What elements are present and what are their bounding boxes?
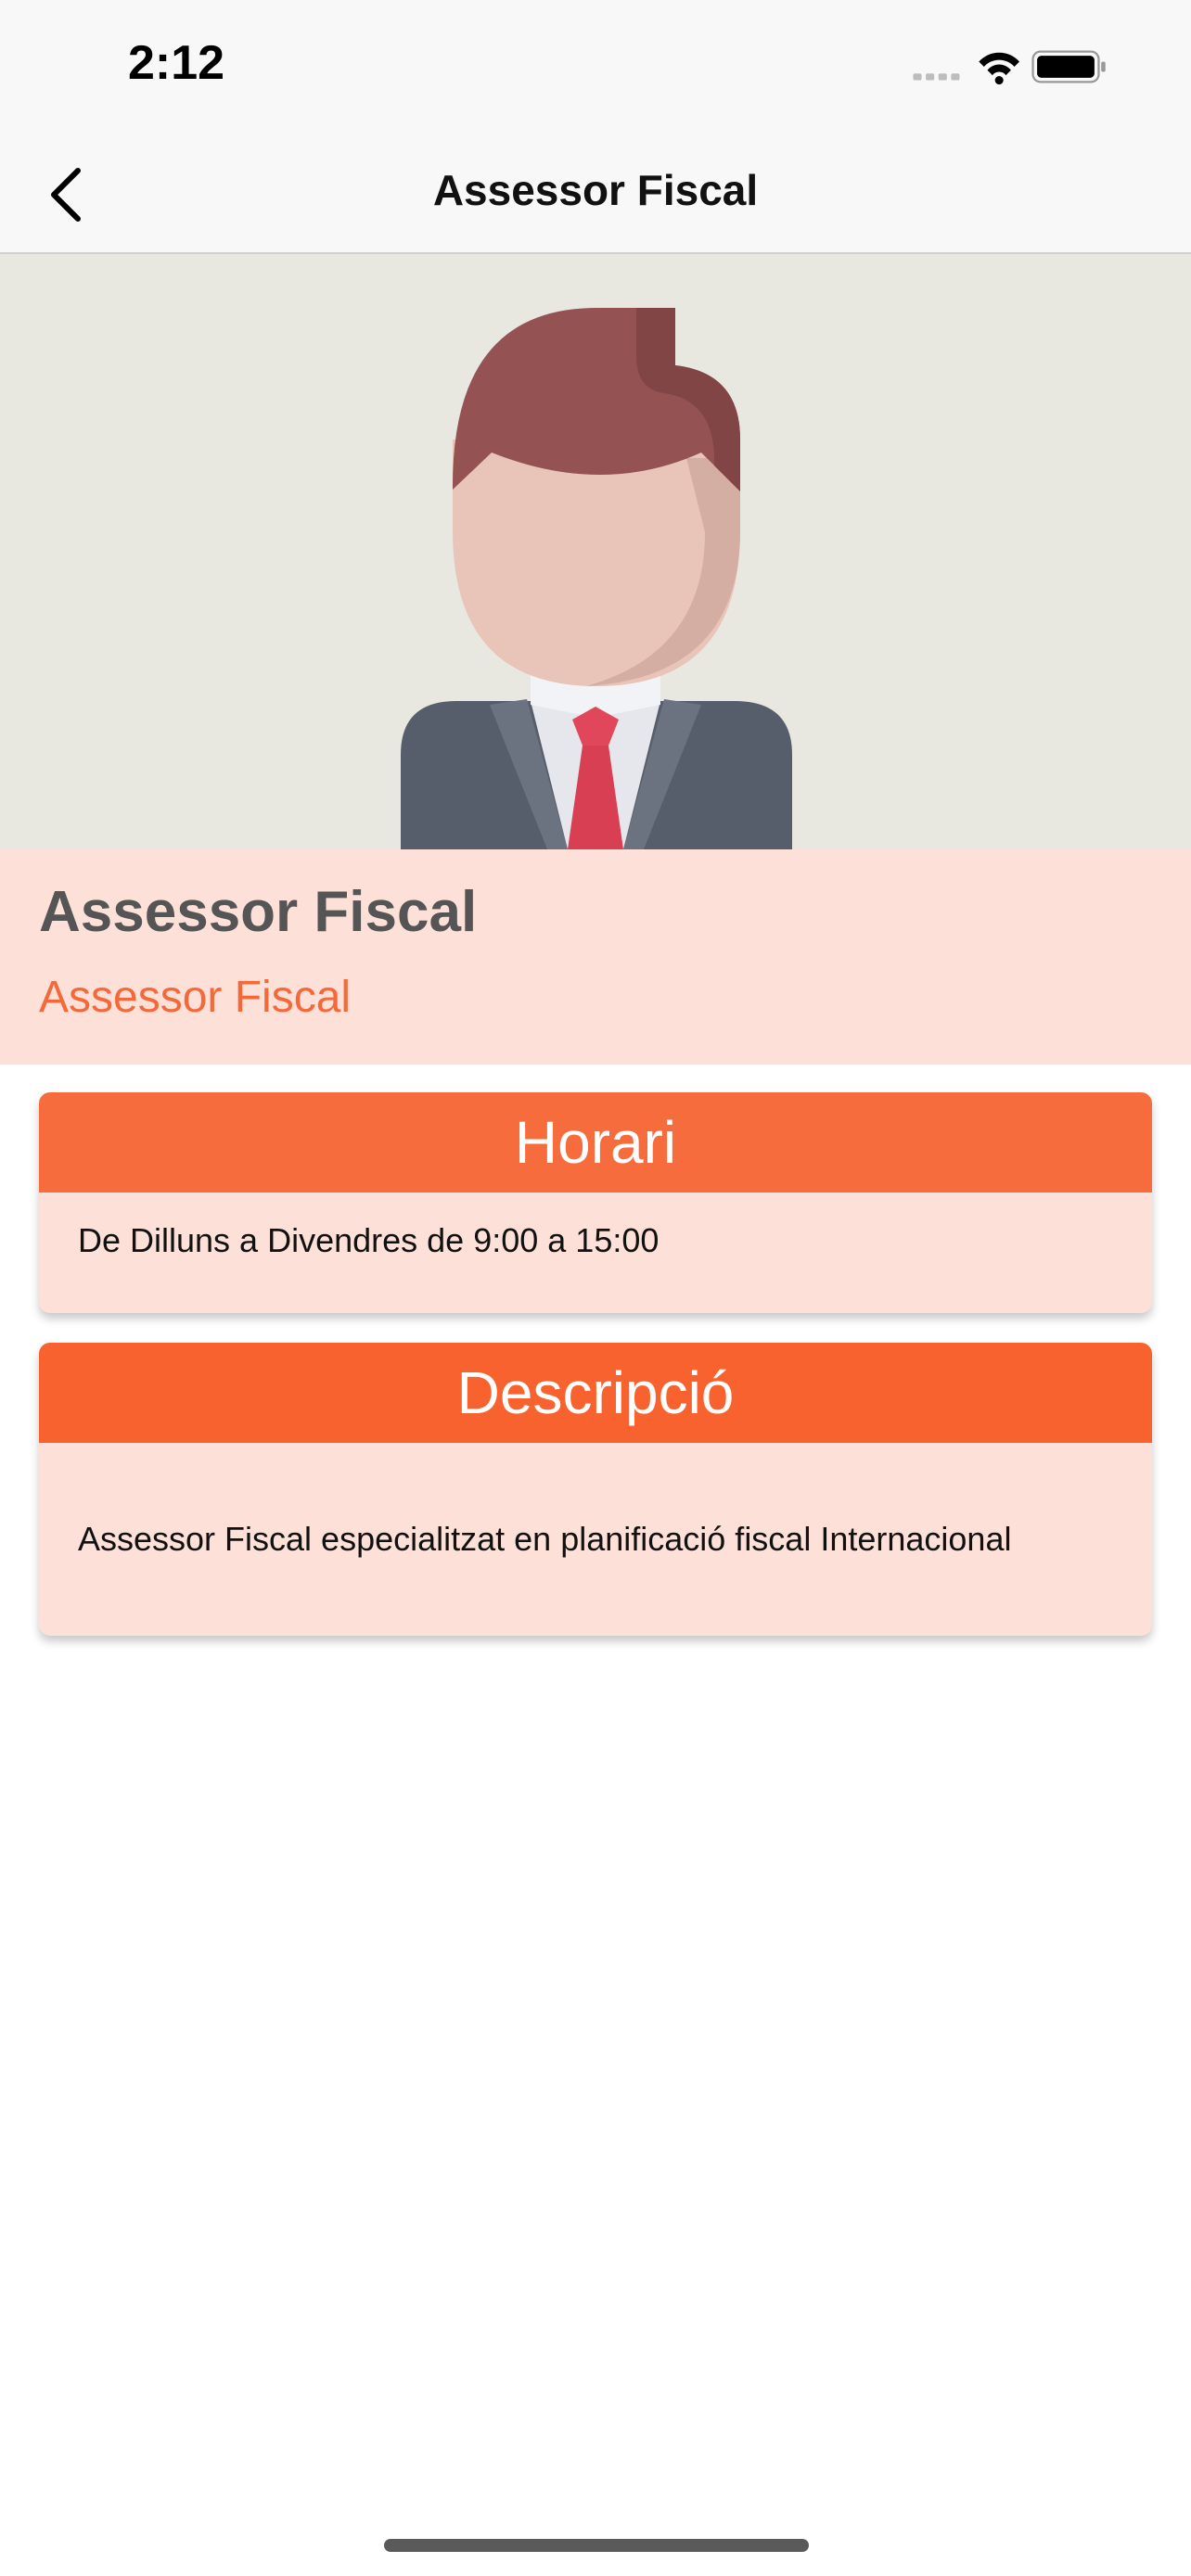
page-title: Assessor Fiscal bbox=[432, 166, 759, 214]
businessman-avatar-icon bbox=[401, 308, 792, 849]
profile-image bbox=[0, 254, 1191, 849]
schedule-card-title: Horari bbox=[39, 1092, 1152, 1192]
status-time: 2:12 bbox=[128, 36, 225, 90]
profile-name: Assessor Fiscal bbox=[39, 880, 478, 944]
status-icons bbox=[913, 50, 1106, 85]
profile-header: Assessor Fiscal Assessor Fiscal bbox=[0, 849, 1191, 1065]
schedule-card: Horari De Dilluns a Divendres de 9:00 a … bbox=[39, 1092, 1152, 1313]
schedule-text: De Dilluns a Divendres de 9:00 a 15:00 bbox=[78, 1221, 660, 1259]
battery-icon bbox=[1031, 50, 1106, 83]
description-card-title: Descripció bbox=[39, 1343, 1152, 1443]
home-indicator[interactable] bbox=[384, 2539, 809, 2552]
description-card: Descripció Assessor Fiscal especialitzat… bbox=[39, 1343, 1152, 1636]
navigation-bar: Assessor Fiscal bbox=[0, 139, 1191, 254]
cellular-signal-icon bbox=[913, 73, 960, 81]
wifi-icon bbox=[979, 52, 1019, 85]
profile-role: Assessor Fiscal bbox=[39, 973, 352, 1022]
description-text: Assessor Fiscal especialitzat en planifi… bbox=[78, 1520, 1012, 1558]
status-bar: 2:12 bbox=[0, 0, 1191, 139]
